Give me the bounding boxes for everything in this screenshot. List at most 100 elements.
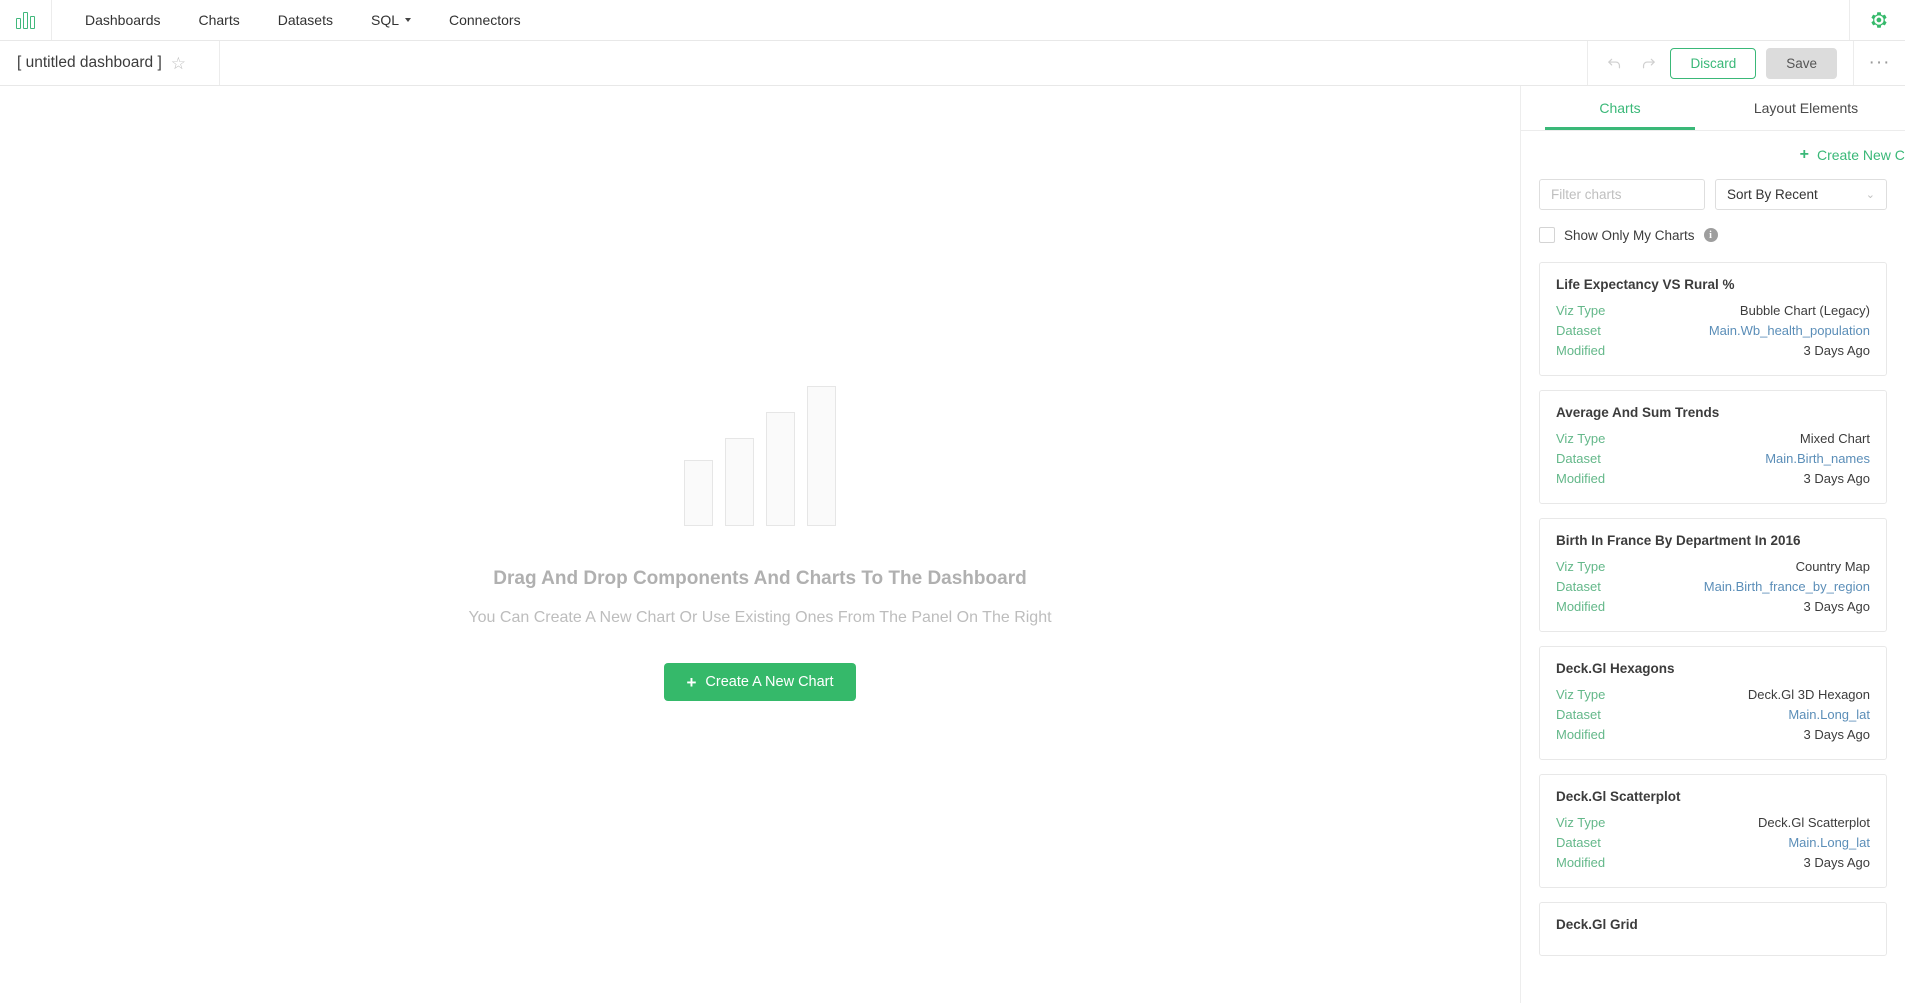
redo-button[interactable] — [1636, 51, 1660, 75]
nav-item-datasets[interactable]: Datasets — [259, 0, 352, 40]
chart-card-list[interactable]: Life Expectancy VS Rural % Viz Type Bubb… — [1521, 243, 1905, 1003]
filter-charts-input[interactable] — [1539, 179, 1705, 210]
undo-icon — [1608, 58, 1621, 68]
header-spacer — [220, 41, 1587, 85]
modified-value: 3 Days Ago — [1803, 599, 1871, 614]
info-icon[interactable]: i — [1703, 228, 1718, 242]
dataset-value[interactable]: Main.Long_lat — [1788, 833, 1870, 853]
dataset-label: Dataset — [1556, 323, 1601, 338]
superset-logo[interactable] — [0, 0, 52, 40]
chart-card-dataset-row: Dataset Main.Wb_health_population — [1556, 321, 1870, 341]
viz-type-value: Deck.Gl 3D Hexagon — [1747, 687, 1870, 702]
plus-icon: + — [686, 672, 697, 692]
create-new-chart-button[interactable]: + Create A New Chart — [664, 663, 856, 701]
chart-card-viz-row: Viz Type Country Map — [1556, 557, 1870, 577]
discard-button[interactable]: Discard — [1670, 47, 1757, 79]
chart-card-modified-row: Modified 3 Days Ago — [1556, 469, 1870, 489]
dashboard-actions: Discard Save ··· — [1587, 41, 1905, 85]
sort-by-select[interactable]: Sort By Recent ⌄ — [1715, 179, 1887, 210]
chart-card-title: Deck.Gl Hexagons — [1556, 661, 1675, 676]
dataset-label: Dataset — [1556, 835, 1601, 850]
chart-card[interactable]: Deck.Gl Scatterplot Viz Type Deck.Gl Sca… — [1539, 774, 1887, 888]
chart-card-viz-row: Viz Type Bubble Chart (Legacy) — [1556, 301, 1870, 321]
chart-card[interactable]: Birth In France By Department In 2016 Vi… — [1539, 518, 1887, 632]
viz-type-label: Viz Type — [1556, 687, 1606, 702]
chart-card[interactable]: Deck.Gl Grid — [1539, 902, 1887, 956]
modified-value: 3 Days Ago — [1803, 471, 1871, 486]
show-only-my-charts-row: Show Only My Charts i — [1521, 210, 1905, 243]
chart-card-title: Average And Sum Trends — [1556, 405, 1720, 420]
nav-item-dashboards[interactable]: Dashboards — [66, 0, 180, 40]
nav-label: Datasets — [277, 12, 333, 28]
modified-label: Modified — [1556, 471, 1606, 486]
chart-card-title: Life Expectancy VS Rural % — [1556, 277, 1735, 292]
ellipsis-icon: ··· — [1868, 52, 1891, 73]
viz-type-value: Deck.Gl Scatterplot — [1758, 815, 1870, 830]
chart-card-dataset-row: Dataset Main.Long_lat — [1556, 705, 1870, 725]
modified-value: 3 Days Ago — [1803, 727, 1871, 742]
chart-card-modified-row: Modified 3 Days Ago — [1556, 341, 1870, 361]
bar-chart-placeholder-icon — [684, 386, 836, 526]
empty-state-subtitle: You Can Create A New Chart Or Use Existi… — [468, 609, 1052, 626]
navbar-right — [1849, 0, 1905, 40]
panel-tabs: Charts Layout Elements — [1521, 86, 1905, 131]
tab-label: Layout Elements — [1753, 100, 1859, 116]
chart-card[interactable]: Life Expectancy VS Rural % Viz Type Bubb… — [1539, 262, 1887, 376]
viz-type-label: Viz Type — [1556, 303, 1606, 318]
redo-icon — [1642, 58, 1655, 68]
dataset-value[interactable]: Main.Birth_names — [1765, 449, 1870, 469]
show-only-my-charts-checkbox[interactable] — [1539, 227, 1555, 243]
bar-chart-logo-icon — [16, 11, 35, 29]
dataset-value[interactable]: Main.Birth_france_by_region — [1704, 577, 1870, 597]
gear-icon — [1870, 12, 1887, 28]
chart-card[interactable]: Average And Sum Trends Viz Type Mixed Ch… — [1539, 390, 1887, 504]
create-new-chart-button-label: Create A New Chart — [705, 674, 834, 690]
superset-dashboard-editor: Dashboards Charts Datasets SQL Connector… — [0, 0, 1905, 1003]
nav-label: SQL — [370, 12, 399, 28]
chart-card[interactable]: Deck.Gl Hexagons Viz Type Deck.Gl 3D Hex… — [1539, 646, 1887, 760]
chart-card-title: Deck.Gl Grid — [1556, 917, 1638, 932]
tab-charts[interactable]: Charts — [1527, 86, 1713, 130]
viz-type-label: Viz Type — [1556, 431, 1606, 446]
dashboard-header: [ untitled dashboard ] ☆ Discard Save ··… — [0, 41, 1905, 86]
sort-by-value: Sort By Recent — [1727, 187, 1818, 202]
star-icon[interactable]: ☆ — [171, 55, 186, 72]
nav-item-charts[interactable]: Charts — [180, 0, 259, 40]
more-options-button[interactable]: ··· — [1853, 41, 1905, 85]
show-only-my-charts-label: Show Only My Charts — [1564, 227, 1695, 243]
nav-item-sql[interactable]: SQL — [352, 0, 430, 40]
chart-card-viz-row: Viz Type Mixed Chart — [1556, 429, 1870, 449]
chart-card-viz-row: Viz Type Deck.Gl 3D Hexagon — [1556, 685, 1870, 705]
dashboard-title[interactable]: [ untitled dashboard ] — [17, 54, 162, 72]
dataset-label: Dataset — [1556, 579, 1601, 594]
viz-type-value: Mixed Chart — [1799, 431, 1870, 446]
viz-type-value: Country Map — [1795, 559, 1870, 574]
nav-label: Connectors — [449, 12, 521, 28]
tab-layout-elements[interactable]: Layout Elements — [1713, 86, 1899, 130]
empty-state-title: Drag And Drop Components And Charts To T… — [493, 568, 1027, 589]
nav-label: Dashboards — [85, 12, 161, 28]
dashboard-canvas[interactable]: Drag And Drop Components And Charts To T… — [0, 86, 1520, 1003]
charts-panel: Charts Layout Elements + Create New Char… — [1520, 86, 1905, 1003]
chart-card-viz-row: Viz Type Deck.Gl Scatterplot — [1556, 813, 1870, 833]
chart-card-modified-row: Modified 3 Days Ago — [1556, 853, 1870, 873]
modified-value: 3 Days Ago — [1803, 855, 1871, 870]
chart-card-modified-row: Modified 3 Days Ago — [1556, 725, 1870, 745]
modified-label: Modified — [1556, 855, 1606, 870]
dataset-label: Dataset — [1556, 451, 1601, 466]
settings-button[interactable] — [1849, 0, 1905, 40]
nav-label: Charts — [198, 12, 240, 28]
nav-menu: Dashboards Charts Datasets SQL Connector… — [52, 0, 540, 40]
dataset-value[interactable]: Main.Wb_health_population — [1709, 321, 1870, 341]
chevron-down-icon — [405, 18, 411, 22]
undo-button[interactable] — [1602, 51, 1626, 75]
viz-type-value: Bubble Chart (Legacy) — [1739, 303, 1870, 318]
nav-item-connectors[interactable]: Connectors — [430, 0, 540, 40]
modified-label: Modified — [1556, 599, 1606, 614]
dataset-value[interactable]: Main.Long_lat — [1788, 705, 1870, 725]
plus-icon: + — [1799, 146, 1809, 163]
create-new-chart-link[interactable]: + Create New Chart — [1799, 146, 1905, 164]
panel-create-row: + Create New Chart — [1521, 131, 1905, 164]
chart-card-dataset-row: Dataset Main.Long_lat — [1556, 833, 1870, 853]
save-button[interactable]: Save — [1766, 47, 1837, 79]
